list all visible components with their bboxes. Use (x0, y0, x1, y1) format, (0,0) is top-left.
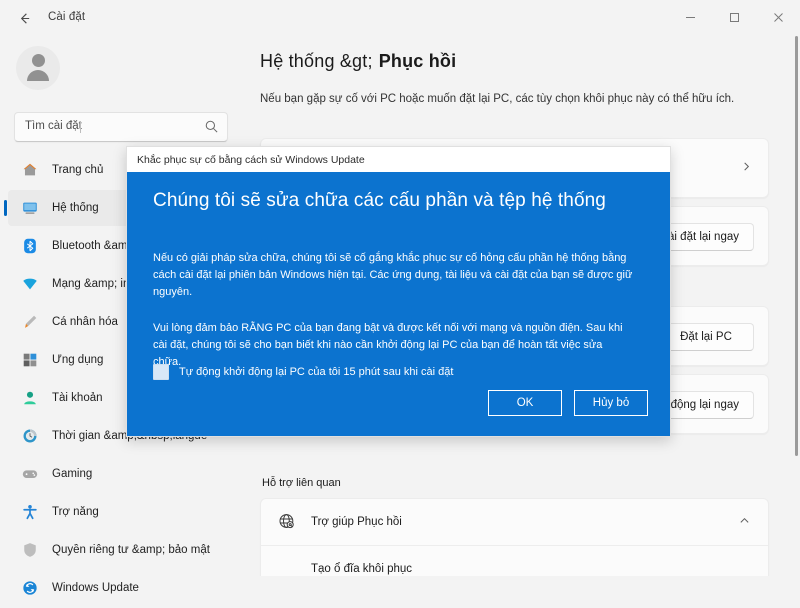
help-row-label: Trợ giúp Phục hồi (311, 516, 402, 528)
auto-restart-checkbox[interactable] (153, 364, 169, 380)
search-input[interactable]: Tìm cài đặt (14, 112, 228, 142)
app-title: Cài đặt (48, 11, 86, 23)
sidebar-item-label: Quyền riêng tư &amp; bảo mật (52, 544, 210, 556)
chevron-up-icon[interactable] (739, 515, 750, 529)
vertical-scrollbar[interactable] (795, 36, 798, 574)
search-placeholder: Tìm cài đặt (25, 120, 82, 132)
update-icon (20, 578, 40, 598)
back-arrow-icon[interactable] (10, 5, 38, 31)
globe-help-icon (279, 514, 294, 529)
dialog-titlebar: Khắc phục sự cố bằng cách sử Windows Upd… (127, 147, 670, 172)
account-icon (20, 388, 40, 408)
accessibility-icon (20, 502, 40, 522)
dialog-heading: Chúng tôi sẽ sửa chữa các cấu phần và tệ… (153, 190, 606, 211)
help-row-recovery[interactable]: Trợ giúp Phục hồi (261, 499, 768, 545)
brush-icon (20, 312, 40, 332)
help-row-label: Tạo ổ đĩa khôi phục (311, 563, 413, 575)
sidebar-item-label: Windows Update (52, 582, 139, 594)
minimize-icon[interactable] (668, 0, 712, 34)
sidebar-item-label: Gaming (52, 468, 93, 480)
maximize-icon[interactable] (712, 0, 756, 34)
avatar[interactable] (16, 46, 60, 90)
sidebar-item-gaming[interactable]: Gaming (8, 456, 232, 492)
sidebar-item-label: Ứng dụng (52, 354, 104, 366)
reset-pc-button[interactable]: Đặt lại PC (658, 323, 754, 351)
help-row-create-drive[interactable]: Tạo ổ đĩa khôi phục (261, 546, 768, 576)
window-controls (668, 0, 800, 34)
clock-icon (20, 426, 40, 446)
auto-restart-checkbox-label: Tự động khởi động lại PC của tôi 15 phút… (179, 366, 454, 378)
related-support-label: Hỗ trợ liên quan (262, 477, 341, 489)
breadcrumb: Hệ thống &gt; (260, 51, 373, 71)
active-indicator (4, 200, 7, 216)
scrollbar-thumb[interactable] (795, 36, 798, 456)
sidebar-item-label: Trợ năng (52, 506, 99, 518)
dialog-body: Chúng tôi sẽ sửa chữa các cấu phần và tệ… (127, 172, 670, 436)
dialog-title-text: Khắc phục sự cố bằng cách sử Windows Upd… (137, 153, 365, 166)
sidebar-item-label: Cá nhân hóa (52, 316, 118, 328)
auto-restart-checkbox-row[interactable]: Tự động khởi động lại PC của tôi 15 phút… (153, 364, 453, 380)
sidebar-item-tro-nang[interactable]: Trợ năng (8, 494, 232, 530)
avatar-body-shape (27, 70, 49, 81)
dialog-paragraph-1: Nếu có giải pháp sửa chữa, chúng tôi sẽ … (153, 252, 633, 298)
chevron-right-icon[interactable] (741, 161, 752, 175)
sidebar-item-windows-update[interactable]: Windows Update (8, 570, 232, 606)
cancel-button[interactable]: Hủy bỏ (574, 390, 648, 416)
sidebar-item-label: Hệ thống (52, 202, 99, 214)
close-icon[interactable] (756, 0, 800, 34)
sidebar-item-quyen-rieng-tu[interactable]: Quyền riêng tư &amp; bảo mật (8, 532, 232, 568)
gamepad-icon (20, 464, 40, 484)
apps-icon (20, 350, 40, 370)
text-caret (80, 121, 81, 133)
bluetooth-icon (20, 236, 40, 256)
avatar-head-shape (31, 54, 45, 67)
page-subtitle: Nếu bạn gặp sự cố với PC hoặc muốn đặt l… (260, 93, 735, 105)
dialog-button-row: OK Hủy bỏ (488, 390, 648, 416)
sidebar-item-label: Tài khoản (52, 392, 103, 404)
windows-update-repair-dialog: Khắc phục sự cố bằng cách sử Windows Upd… (126, 146, 671, 437)
related-support-card: Trợ giúp Phục hồi Tạo ổ đĩa khôi phục (260, 498, 769, 576)
home-icon (20, 160, 40, 180)
sidebar-item-label: Trang chủ (52, 164, 104, 176)
display-icon (20, 198, 40, 218)
search-icon (205, 120, 218, 133)
ok-button[interactable]: OK (488, 390, 562, 416)
page-leaf: Phục hồi (378, 51, 457, 71)
page-title: Hệ thống &gt; Phục hồi (260, 51, 456, 72)
window-titlebar: Cài đặt (0, 0, 800, 34)
shield-icon (20, 540, 40, 560)
wifi-icon (20, 274, 40, 294)
settings-window: Cài đặt Tìm cài đặt Trang chủ Hệ thống B… (0, 0, 800, 595)
